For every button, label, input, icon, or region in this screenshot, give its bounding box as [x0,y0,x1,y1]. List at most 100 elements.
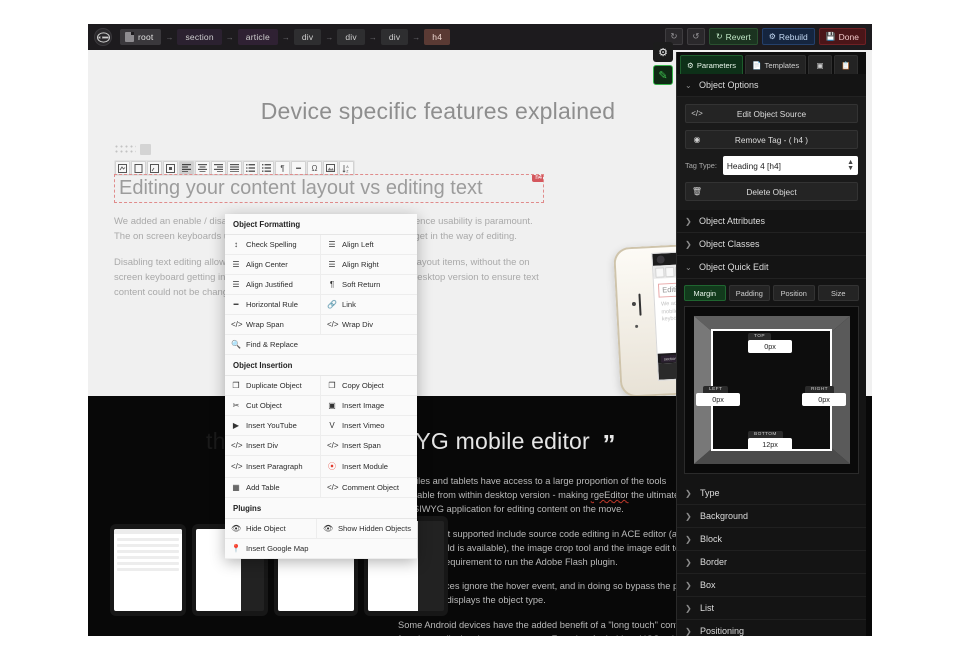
section-object-attributes[interactable]: ❯ Object Attributes [677,210,866,233]
margin-bottom-input[interactable]: 12px [748,438,792,451]
tab-label: Position [780,288,807,298]
phone-tool [665,266,675,277]
tab-images[interactable]: ▣ [808,55,833,74]
context-menu[interactable]: Object Formatting ↕ Check Spelling ☰ Align… [225,214,417,559]
save-icon[interactable] [115,161,130,175]
image-icon: ▣ [816,60,824,70]
menu-item-insert-div[interactable]: </> Insert Div [225,436,321,456]
dark-paragraph-1: Mobiles and tablets have access to a lar… [398,474,698,517]
breadcrumb-item-div-2[interactable]: div [337,29,365,45]
breadcrumb-item-div-3[interactable]: div [380,29,409,45]
undo-button[interactable]: ↺ [686,28,705,45]
accordion-box[interactable]: ❯ Box [677,574,866,597]
menu-label: Horizontal Rule [246,300,298,309]
revert-button[interactable]: ↻ Revert [708,28,758,45]
menu-item-wrap-div[interactable]: </> Wrap Div [321,315,417,335]
done-button[interactable]: 💾 Done [818,28,866,45]
menu-label: Duplicate Object [246,381,302,390]
align-center-icon[interactable] [195,161,210,175]
qe-tab-padding[interactable]: Padding [728,285,770,301]
selected-heading[interactable]: Editing your content layout vs editing t… [114,174,544,203]
ninja-logo-icon[interactable] [94,28,112,46]
section-object-classes[interactable]: ❯ Object Classes [677,233,866,256]
menu-item-align-justified[interactable]: ☰ Align Justified [225,275,321,295]
delete-object-button[interactable]: 🗑 Delete Object [685,182,858,201]
menu-item-cut-object[interactable]: ✂ Cut Object [225,396,321,416]
menu-item-horizontal-rule[interactable]: ━ Horizontal Rule [225,295,321,315]
horizontal-rule-icon[interactable]: ━ [291,161,306,175]
menu-item-insert-span[interactable]: </> Insert Span [321,436,417,456]
tab-documents[interactable]: 📋 [834,55,859,74]
menu-item-find-replace[interactable]: 🔍 Find & Replace [225,335,417,355]
margin-top-label: TOP [748,333,771,340]
menu-item-hide-object[interactable]: 👁 Hide Object [225,519,317,539]
accordion-border[interactable]: ❯ Border [677,551,866,574]
special-char-icon[interactable]: Ω [307,161,322,175]
align-justify-icon[interactable] [227,161,242,175]
section-object-options[interactable]: ⌄ Object Options [677,74,866,97]
copy-icon: ❐ [328,381,336,390]
align-right-icon[interactable] [211,161,226,175]
menu-item-insert-image[interactable]: ▣ Insert Image [321,396,417,416]
menu-item-copy-object[interactable]: ❐ Copy Object [321,376,417,396]
tab-templates[interactable]: 📄 Templates [745,55,807,74]
edit-pencil-icon[interactable]: ✎ [653,65,673,85]
accordion-block[interactable]: ❯ Block [677,528,866,551]
breadcrumb-item-article[interactable]: article [237,29,278,45]
menu-item-align-right[interactable]: ☰ Align Right [321,255,417,275]
edit-object-source-button[interactable]: </> Edit Object Source [685,104,858,123]
breadcrumb-item-h4[interactable]: h4 [424,29,451,45]
tab-label: Padding [735,288,763,298]
qe-tab-margin[interactable]: Margin [684,285,726,301]
margin-right-input[interactable]: 0px [802,393,846,406]
menu-item-soft-return[interactable]: ¶ Soft Return [321,275,417,295]
breadcrumb-item-section[interactable]: section [177,29,222,45]
margin-left-input[interactable]: 0px [696,393,740,406]
accordion-list[interactable]: ❯ List [677,597,866,620]
paragraph-icon[interactable]: ¶ [275,161,290,175]
menu-item-insert-paragraph[interactable]: </> Insert Paragraph [225,456,321,478]
accordion-background[interactable]: ❯ Background [677,505,866,528]
new-page-icon[interactable] [131,161,146,175]
gear-icon[interactable]: ⚙ [653,42,673,62]
insert-image-icon[interactable] [323,161,338,175]
menu-item-add-table[interactable]: ▦ Add Table [225,478,321,498]
menu-item-insert-vimeo[interactable]: V Insert Vimeo [321,416,417,436]
ordered-list-icon[interactable] [259,161,274,175]
qe-tab-size[interactable]: Size [817,285,859,301]
menu-item-insert-youtube[interactable]: ▶ Insert YouTube [225,416,321,436]
accordion-label: Background [700,511,749,521]
menu-item-comment-object[interactable]: </> Comment Object [321,478,417,498]
tab-label: Size [831,288,846,298]
margin-bottom-label: BOTTOM [748,431,783,438]
menu-item-wrap-span[interactable]: </> Wrap Span [225,315,321,335]
screenshot-root: root → section → article → div → div → d… [0,0,960,660]
qe-tab-position[interactable]: Position [773,285,815,301]
menu-item-check-spelling[interactable]: ↕ Check Spelling [225,235,321,255]
menu-item-insert-module[interactable]: ⦿ Insert Module [321,456,417,478]
check-spelling-icon[interactable]: AZ [339,161,354,175]
accordion-type[interactable]: ❯ Type [677,482,866,505]
unordered-list-icon[interactable] [243,161,258,175]
menu-item-link[interactable]: 🔗 Link [321,295,417,315]
rgeeditor-link[interactable]: rgeEditor [591,490,629,500]
menu-item-show-hidden-objects[interactable]: 👁 Show Hidden Objects [316,519,417,539]
accordion-positioning[interactable]: ❯ Positioning [677,620,866,636]
chevron-down-icon: ⌄ [685,262,692,272]
module-icon[interactable] [163,161,178,175]
menu-item-align-left[interactable]: ☰ Align Left [321,235,417,255]
remove-tag-button[interactable]: ◉ Remove Tag - ( h4 ) [685,130,858,149]
margin-top-input[interactable]: 0px [748,340,792,353]
breadcrumb-item-root[interactable]: root [120,29,162,45]
menu-item-duplicate-object[interactable]: ❐ Duplicate Object [225,376,321,396]
export-icon[interactable] [147,161,162,175]
align-left-icon[interactable] [179,161,194,175]
menu-item-insert-google-map[interactable]: 📍 Insert Google Map [225,539,417,559]
tag-type-select[interactable]: Heading 4 [h4] ▲ ▼ [722,156,858,175]
drag-handle[interactable] [114,144,151,155]
breadcrumb-item-div-1[interactable]: div [293,29,322,45]
section-object-quick-edit[interactable]: ⌄ Object Quick Edit [677,256,866,279]
tab-parameters[interactable]: ⚙ Parameters [680,55,744,74]
menu-item-align-center[interactable]: ☰ Align Center [225,255,321,275]
rebuild-button[interactable]: ⚙ Rebuild [761,28,815,45]
